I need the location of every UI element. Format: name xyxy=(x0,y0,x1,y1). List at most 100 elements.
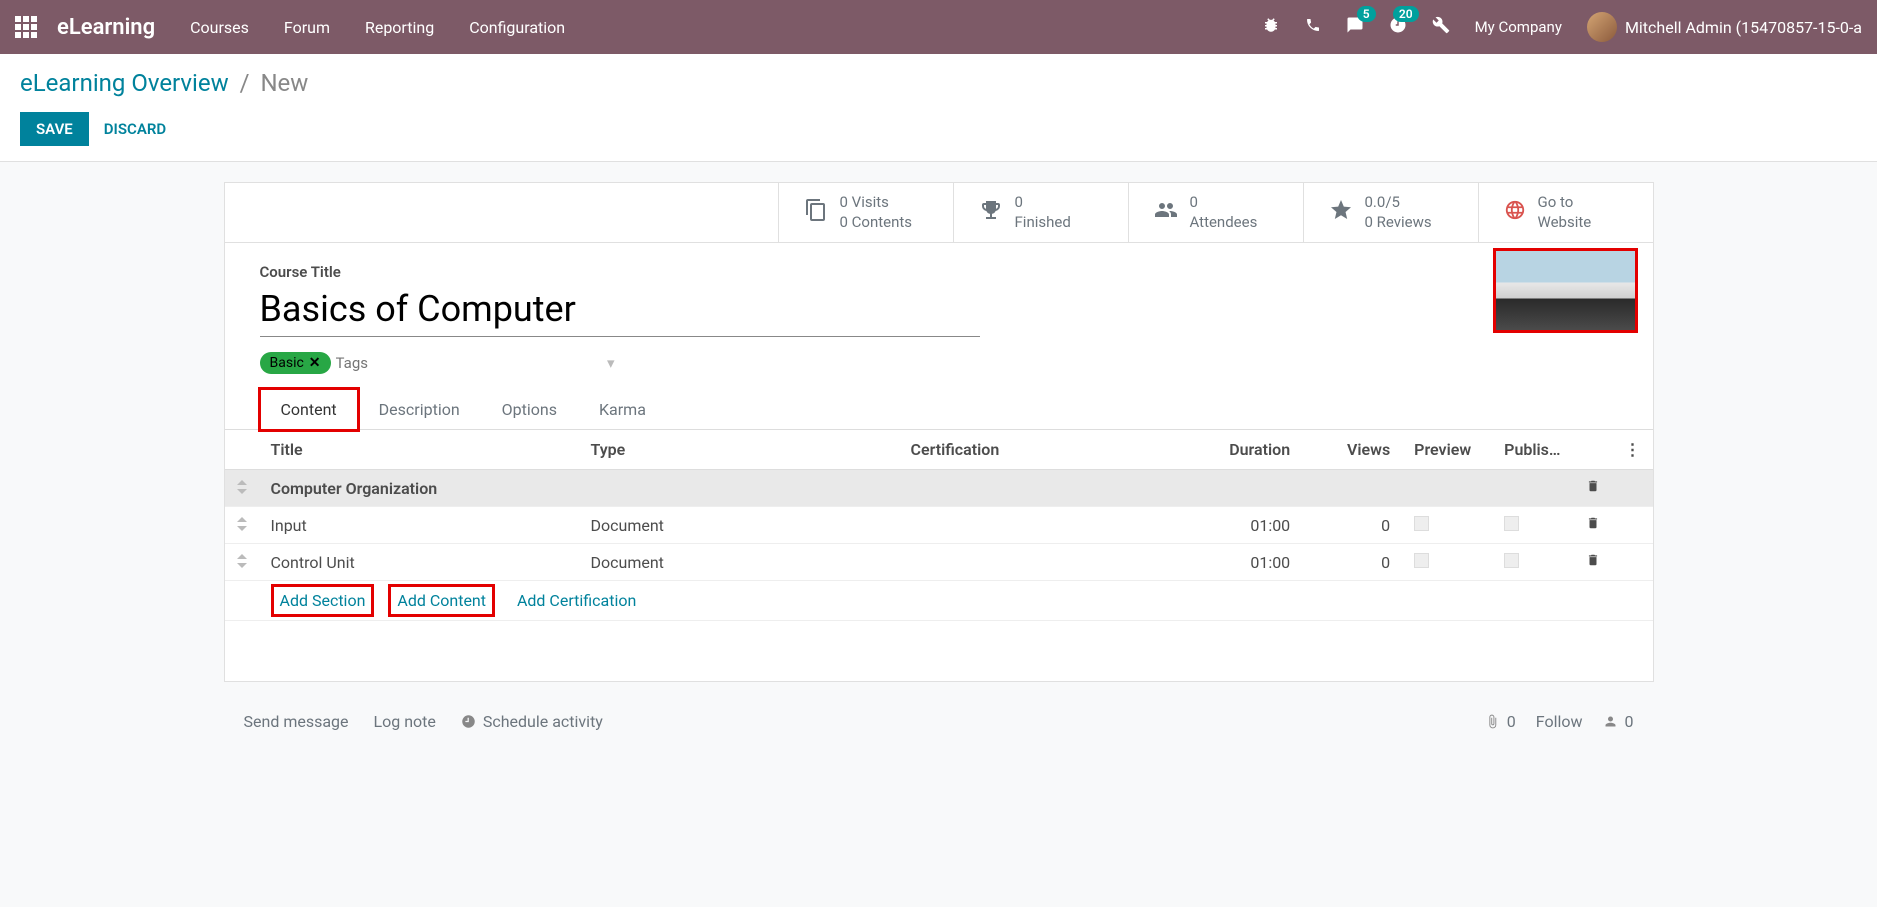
course-image[interactable] xyxy=(1493,248,1638,333)
column-menu-icon[interactable]: ⋮ xyxy=(1613,430,1653,470)
nav-courses[interactable]: Courses xyxy=(190,18,249,37)
cell-duration: 01:00 xyxy=(1182,507,1302,544)
cell-cert xyxy=(899,507,1183,544)
stat-goto-line1: Go to xyxy=(1538,193,1592,213)
stat-reviews[interactable]: 0.0/5 0 Reviews xyxy=(1303,183,1478,242)
tags-field[interactable]: Basic ✕ ▾ xyxy=(225,352,615,389)
top-navbar: eLearning Courses Forum Reporting Config… xyxy=(0,0,1877,54)
control-panel: eLearning Overview / New SAVE DISCARD xyxy=(0,54,1877,162)
star-icon xyxy=(1329,198,1353,228)
th-title[interactable]: Title xyxy=(259,430,579,470)
stat-visits-line1: 0 Visits xyxy=(840,193,913,213)
tag-remove-icon[interactable]: ✕ xyxy=(309,355,321,371)
save-button[interactable]: SAVE xyxy=(20,112,89,146)
cell-preview[interactable] xyxy=(1402,507,1492,544)
stat-visits[interactable]: 0 Visits 0 Contents xyxy=(778,183,953,242)
breadcrumb-current: New xyxy=(260,69,308,97)
attachments-counter[interactable]: 0 xyxy=(1485,712,1516,731)
th-certification[interactable]: Certification xyxy=(899,430,1183,470)
content-table: Title Type Certification Duration Views … xyxy=(225,430,1653,621)
send-message-link[interactable]: Send message xyxy=(244,712,349,731)
stat-finished-label: Finished xyxy=(1015,213,1071,233)
drag-handle-icon[interactable] xyxy=(225,544,259,581)
brand-label[interactable]: eLearning xyxy=(57,15,155,40)
schedule-activity-link[interactable]: Schedule activity xyxy=(461,712,603,731)
nav-right: 5 20 My Company Mitchell Admin (15470857… xyxy=(1262,12,1862,42)
messages-badge: 5 xyxy=(1357,6,1376,22)
company-label[interactable]: My Company xyxy=(1475,18,1562,36)
tab-bar: Content Description Options Karma xyxy=(225,389,1653,430)
activities-icon[interactable]: 20 xyxy=(1389,16,1407,38)
th-published[interactable]: Publis… xyxy=(1492,430,1572,470)
nav-links: Courses Forum Reporting Configuration xyxy=(190,18,565,37)
log-note-link[interactable]: Log note xyxy=(374,712,436,731)
trash-icon[interactable] xyxy=(1573,507,1613,544)
add-section-link[interactable]: Add Section xyxy=(271,584,375,617)
tag-basic: Basic ✕ xyxy=(260,352,331,374)
phone-icon[interactable] xyxy=(1305,17,1321,37)
cell-published[interactable] xyxy=(1492,544,1572,581)
cell-views: 0 xyxy=(1302,507,1402,544)
tools-icon[interactable] xyxy=(1432,16,1450,38)
chevron-down-icon[interactable]: ▾ xyxy=(607,354,615,372)
cell-views: 0 xyxy=(1302,544,1402,581)
discard-button[interactable]: DISCARD xyxy=(104,120,166,138)
globe-icon xyxy=(1504,199,1526,227)
followers-counter[interactable]: 0 xyxy=(1603,712,1634,731)
add-content-link[interactable]: Add Content xyxy=(388,584,495,617)
nav-forum[interactable]: Forum xyxy=(284,18,330,37)
table-row[interactable]: Control Unit Document 01:00 0 xyxy=(225,544,1653,581)
add-row: Add Section Add Content Add Certificatio… xyxy=(225,581,1653,621)
stat-attendees[interactable]: 0 Attendees xyxy=(1128,183,1303,242)
form-sheet: 0 Visits 0 Contents 0 Finished 0 xyxy=(224,182,1654,682)
drag-handle-icon[interactable] xyxy=(225,470,259,507)
tab-options[interactable]: Options xyxy=(481,389,578,430)
trash-icon[interactable] xyxy=(1573,470,1613,507)
title-area: Course Title xyxy=(225,243,1653,352)
trophy-icon xyxy=(979,198,1003,228)
activities-badge: 20 xyxy=(1393,6,1419,22)
breadcrumb-sep: / xyxy=(240,69,250,97)
cell-type: Document xyxy=(579,544,899,581)
table-row[interactable]: Input Document 01:00 0 xyxy=(225,507,1653,544)
cell-type: Document xyxy=(579,507,899,544)
stat-finished[interactable]: 0 Finished xyxy=(953,183,1128,242)
breadcrumb-parent[interactable]: eLearning Overview xyxy=(20,69,229,97)
course-title-input[interactable] xyxy=(260,286,980,337)
users-icon xyxy=(1154,198,1178,228)
user-icon xyxy=(1603,712,1622,731)
bug-icon[interactable] xyxy=(1262,16,1280,38)
th-duration[interactable]: Duration xyxy=(1182,430,1302,470)
tab-description[interactable]: Description xyxy=(358,389,481,430)
tag-label: Basic xyxy=(270,355,304,371)
cell-preview[interactable] xyxy=(1402,544,1492,581)
table-section-row[interactable]: Computer Organization xyxy=(225,470,1653,507)
follow-button[interactable]: Follow xyxy=(1536,712,1583,731)
paperclip-icon xyxy=(1485,712,1504,731)
cell-published[interactable] xyxy=(1492,507,1572,544)
tab-karma[interactable]: Karma xyxy=(578,389,667,430)
trash-icon[interactable] xyxy=(1573,544,1613,581)
stat-finished-num: 0 xyxy=(1015,193,1071,213)
stat-reviews: 0 Reviews xyxy=(1365,213,1432,233)
tags-input[interactable] xyxy=(336,354,486,372)
stat-goto-website[interactable]: Go to Website xyxy=(1478,183,1653,242)
cell-cert xyxy=(899,544,1183,581)
avatar xyxy=(1587,12,1617,42)
th-views[interactable]: Views xyxy=(1302,430,1402,470)
cell-title: Input xyxy=(259,507,579,544)
section-title: Computer Organization xyxy=(259,470,1573,507)
th-type[interactable]: Type xyxy=(579,430,899,470)
drag-handle-icon[interactable] xyxy=(225,507,259,544)
user-menu[interactable]: Mitchell Admin (15470857-15-0-a xyxy=(1587,12,1862,42)
nav-configuration[interactable]: Configuration xyxy=(469,18,565,37)
stat-attendees-num: 0 xyxy=(1190,193,1258,213)
apps-icon[interactable] xyxy=(15,16,37,38)
th-preview[interactable]: Preview xyxy=(1402,430,1492,470)
messages-icon[interactable]: 5 xyxy=(1346,16,1364,38)
add-certification-link[interactable]: Add Certification xyxy=(517,591,636,610)
nav-reporting[interactable]: Reporting xyxy=(365,18,434,37)
tab-content[interactable]: Content xyxy=(260,389,358,430)
cell-duration: 01:00 xyxy=(1182,544,1302,581)
stat-attendees-label: Attendees xyxy=(1190,213,1258,233)
